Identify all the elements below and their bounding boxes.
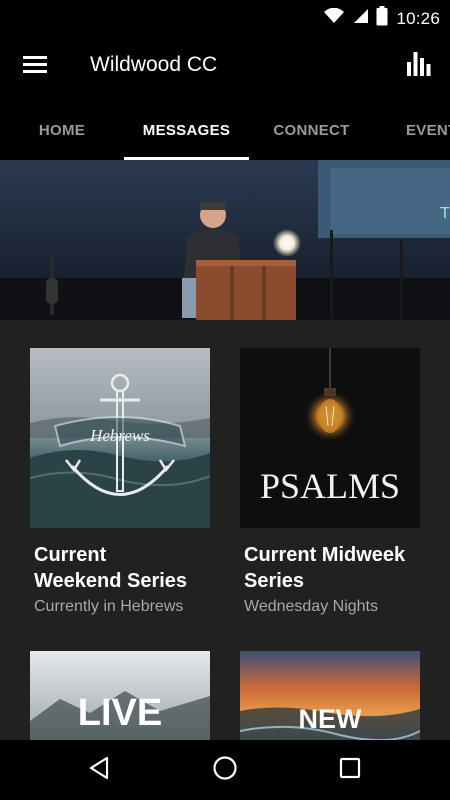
bar-chart-icon bbox=[406, 51, 432, 81]
thumb-text-psalms: PSALMS bbox=[260, 466, 400, 506]
back-icon bbox=[88, 756, 110, 785]
card-title-line: Current Midweek bbox=[244, 544, 406, 566]
stats-button[interactable] bbox=[402, 50, 436, 82]
home-icon bbox=[212, 755, 238, 786]
hero-image[interactable]: T bbox=[0, 160, 450, 320]
card-subtitle: Wednesday Nights bbox=[244, 598, 378, 615]
series-thumbnail-new: NEW bbox=[240, 651, 420, 740]
app-title: Wildwood CC bbox=[90, 53, 218, 76]
card-title-line: Series bbox=[244, 570, 305, 592]
wifi-icon bbox=[324, 7, 345, 29]
series-card-weekend[interactable]: Hebrews Current Weekend Series Currently… bbox=[30, 348, 210, 616]
app-bar: Wildwood CC bbox=[0, 32, 450, 100]
card-title: Current Midweek Series bbox=[240, 542, 420, 594]
series-thumbnail-live: LIVE bbox=[30, 651, 210, 740]
thumb-text-live: LIVE bbox=[78, 692, 162, 734]
tab-events[interactable]: EVENTS bbox=[406, 100, 450, 160]
system-nav-bar bbox=[0, 740, 450, 800]
back-button[interactable] bbox=[82, 754, 116, 786]
menu-icon bbox=[22, 54, 48, 79]
status-icons: 10:26 bbox=[324, 6, 440, 31]
card-title: Current Weekend Series bbox=[30, 542, 210, 594]
recents-button[interactable] bbox=[333, 754, 367, 786]
tab-home[interactable]: HOME bbox=[0, 100, 124, 160]
hero-screen-text: T bbox=[440, 205, 450, 222]
thumb-text-hebrews: Hebrews bbox=[89, 426, 150, 445]
card-title-line: Weekend Series bbox=[34, 570, 188, 592]
series-thumbnail-hebrews: Hebrews bbox=[30, 348, 210, 528]
card-title-line: Current bbox=[34, 544, 107, 566]
tab-bar: HOME MESSAGES CONNECT EVENTS bbox=[0, 100, 450, 160]
signal-icon bbox=[352, 8, 369, 29]
series-card-live[interactable]: LIVE bbox=[30, 651, 210, 740]
tab-connect[interactable]: CONNECT bbox=[249, 100, 374, 160]
status-bar: 10:26 bbox=[0, 0, 450, 32]
recents-icon bbox=[339, 757, 361, 784]
battery-icon bbox=[376, 6, 388, 31]
status-time: 10:26 bbox=[396, 8, 440, 28]
series-card-new[interactable]: NEW bbox=[240, 651, 420, 740]
series-thumbnail-psalms: PSALMS bbox=[240, 348, 420, 528]
menu-button[interactable] bbox=[18, 50, 52, 82]
series-card-midweek[interactable]: PSALMS Current Midweek Series Wednesday … bbox=[240, 348, 420, 616]
thumb-text-new: NEW bbox=[299, 704, 363, 734]
tab-messages[interactable]: MESSAGES bbox=[124, 100, 249, 160]
series-grid: Hebrews Current Weekend Series Currently… bbox=[0, 320, 450, 740]
hero-illustration: T bbox=[0, 160, 450, 320]
card-subtitle: Currently in Hebrews bbox=[34, 598, 184, 615]
home-button[interactable] bbox=[208, 754, 242, 786]
